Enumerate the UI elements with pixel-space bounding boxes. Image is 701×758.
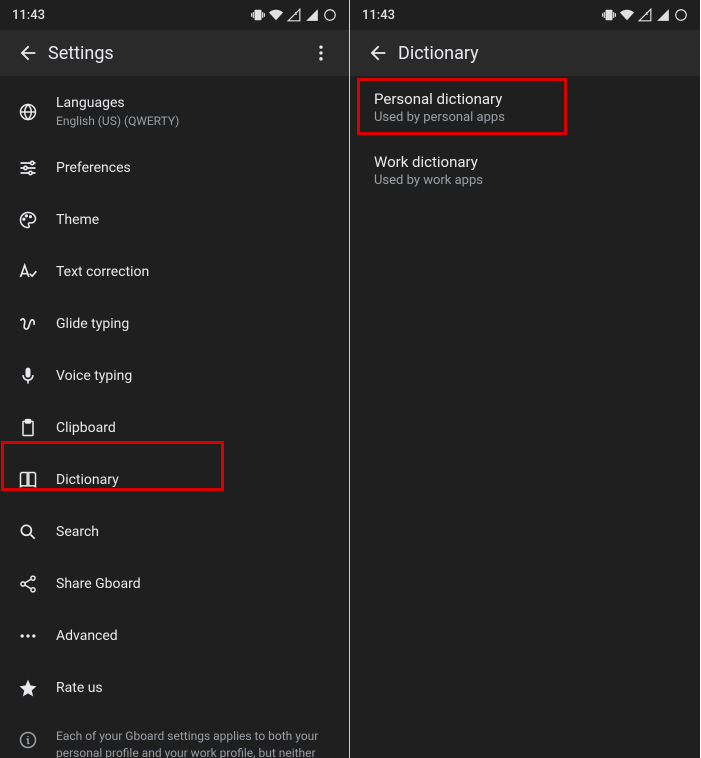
- overflow-menu-button[interactable]: [301, 33, 341, 73]
- item-label: Rate us: [56, 679, 333, 697]
- arrow-back-icon: [367, 42, 389, 64]
- item-sub: Used by work apps: [374, 173, 676, 188]
- wifi-icon: [269, 8, 283, 22]
- circle-icon: [674, 8, 688, 22]
- item-label: Languages: [56, 94, 333, 112]
- mic-icon: [18, 366, 38, 386]
- tune-icon: [18, 158, 38, 178]
- status-time: 11:43: [362, 8, 395, 23]
- signal-icon: [656, 8, 670, 22]
- status-bar: 11:43 x: [350, 0, 700, 30]
- settings-item-languages[interactable]: Languages English (US) (QWERTY): [0, 76, 349, 142]
- book-icon: [18, 470, 38, 490]
- more-vert-icon: [311, 43, 331, 63]
- share-icon: [18, 574, 38, 594]
- settings-screen: 11:43 x Settings Languages: [0, 0, 350, 758]
- signal-empty-icon: x: [638, 8, 652, 22]
- svg-text:x: x: [646, 11, 649, 17]
- back-button[interactable]: [8, 33, 48, 73]
- back-button[interactable]: [358, 33, 398, 73]
- wifi-icon: [620, 8, 634, 22]
- app-bar-title: Settings: [48, 43, 301, 64]
- settings-item-search[interactable]: Search: [0, 506, 349, 558]
- star-icon: [18, 678, 38, 698]
- status-icons: x: [602, 8, 688, 22]
- more-horiz-icon: [18, 626, 38, 646]
- text-correction-icon: [18, 262, 38, 282]
- item-label: Text correction: [56, 263, 333, 281]
- dictionary-item-work[interactable]: Work dictionary Used by work apps: [350, 139, 700, 202]
- item-label: Clipboard: [56, 419, 333, 437]
- app-bar: Settings: [0, 30, 349, 76]
- item-label: Theme: [56, 211, 333, 229]
- dictionary-list[interactable]: Personal dictionary Used by personal app…: [350, 76, 700, 758]
- dictionary-screen: 11:43 x Dictionary Personal dictionary U…: [350, 0, 700, 758]
- gesture-icon: [18, 314, 38, 334]
- settings-list[interactable]: Languages English (US) (QWERTY) Preferen…: [0, 76, 349, 758]
- info-icon: [18, 730, 38, 750]
- settings-item-theme[interactable]: Theme: [0, 194, 349, 246]
- search-icon: [18, 522, 38, 542]
- status-bar: 11:43 x: [0, 0, 349, 30]
- settings-item-text-correction[interactable]: Text correction: [0, 246, 349, 298]
- app-bar: Dictionary: [350, 30, 700, 76]
- vibrate-icon: [251, 8, 265, 22]
- status-time: 11:43: [12, 8, 45, 23]
- globe-icon: [18, 102, 38, 122]
- item-label: Glide typing: [56, 315, 333, 333]
- item-label: Work dictionary: [374, 153, 676, 171]
- status-icons: x: [251, 8, 337, 22]
- item-label: Advanced: [56, 627, 333, 645]
- item-sub: Used by personal apps: [374, 110, 676, 125]
- info-text: Each of your Gboard settings applies to …: [56, 728, 333, 758]
- svg-text:x: x: [295, 11, 298, 17]
- item-label: Preferences: [56, 159, 333, 177]
- clipboard-icon: [18, 418, 38, 438]
- signal-icon: [305, 8, 319, 22]
- info-block: Each of your Gboard settings applies to …: [0, 714, 349, 758]
- item-label: Search: [56, 523, 333, 541]
- palette-icon: [18, 210, 38, 230]
- settings-item-clipboard[interactable]: Clipboard: [0, 402, 349, 454]
- settings-item-preferences[interactable]: Preferences: [0, 142, 349, 194]
- settings-item-share[interactable]: Share Gboard: [0, 558, 349, 610]
- settings-item-advanced[interactable]: Advanced: [0, 610, 349, 662]
- item-label: Share Gboard: [56, 575, 333, 593]
- app-bar-title: Dictionary: [398, 43, 692, 64]
- settings-item-dictionary[interactable]: Dictionary: [0, 454, 349, 506]
- signal-empty-icon: x: [287, 8, 301, 22]
- arrow-back-icon: [17, 42, 39, 64]
- vibrate-icon: [602, 8, 616, 22]
- item-label: Dictionary: [56, 471, 333, 489]
- item-label: Voice typing: [56, 367, 333, 385]
- settings-item-voice-typing[interactable]: Voice typing: [0, 350, 349, 402]
- dictionary-item-personal[interactable]: Personal dictionary Used by personal app…: [350, 76, 700, 139]
- item-sub: English (US) (QWERTY): [56, 114, 333, 130]
- item-label: Personal dictionary: [374, 90, 676, 108]
- settings-item-rate-us[interactable]: Rate us: [0, 662, 349, 714]
- settings-item-glide-typing[interactable]: Glide typing: [0, 298, 349, 350]
- circle-icon: [323, 8, 337, 22]
